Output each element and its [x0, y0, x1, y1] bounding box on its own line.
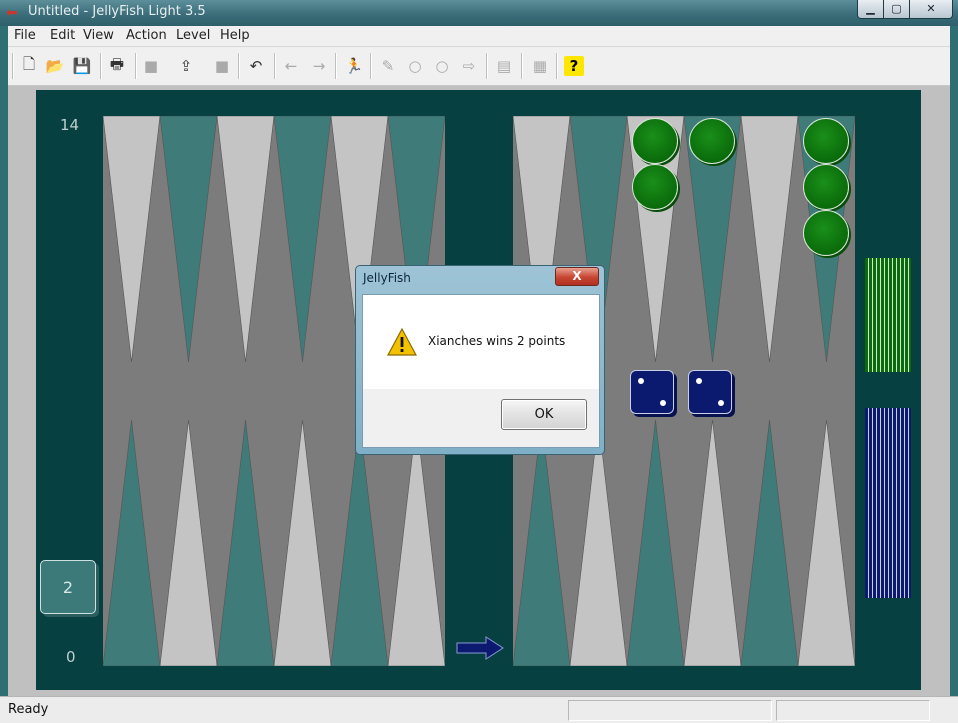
toolbar-grip: [12, 53, 14, 79]
menu-level[interactable]: Level: [176, 28, 210, 43]
point-3[interactable]: [683, 419, 742, 666]
print-icon[interactable]: 🖶: [107, 55, 127, 76]
checker-green[interactable]: [689, 118, 735, 164]
checker-green[interactable]: [803, 210, 849, 256]
die-2[interactable]: [688, 370, 732, 414]
die-pip: [660, 400, 666, 406]
toolbar-separator: [135, 53, 137, 79]
die-pip: [638, 378, 644, 384]
point-15[interactable]: [216, 116, 275, 363]
warning-icon: [387, 328, 417, 356]
runner-icon[interactable]: 🏃: [344, 56, 364, 76]
upload-icon[interactable]: ⇪: [176, 56, 196, 76]
turn-arrow-icon: [456, 636, 504, 660]
checker-green[interactable]: [632, 164, 678, 210]
point-12[interactable]: [103, 419, 161, 666]
ok-button[interactable]: OK: [501, 399, 587, 430]
window-title: Untitled - JellyFish Light 3.5: [28, 4, 206, 19]
app-icon: ⬅: [6, 5, 18, 21]
point-8[interactable]: [330, 419, 389, 666]
message-dialog: JellyFish X Xianches wins 2 points OK: [355, 265, 605, 455]
menu-edit[interactable]: Edit: [50, 28, 75, 43]
point-16[interactable]: [273, 116, 332, 363]
toolbar: 🗋 📂 💾 🖶 ■ ⇪ ■ ↶ ← → 🏃 ✎ ○ ○ ⇨ ▤ ▦ ?: [8, 47, 950, 86]
die-pip: [696, 378, 702, 384]
toolbar-separator: [335, 53, 337, 79]
menu-action[interactable]: Action: [126, 28, 167, 43]
point-11[interactable]: [159, 419, 218, 666]
point-7[interactable]: [387, 419, 445, 666]
open-icon[interactable]: 📂: [45, 56, 65, 76]
point-5[interactable]: [569, 419, 628, 666]
save-icon[interactable]: 💾: [72, 56, 92, 76]
menu-view[interactable]: View: [83, 28, 114, 43]
circle-icon-2[interactable]: ○: [432, 56, 452, 76]
pencil-icon[interactable]: ✎: [378, 56, 398, 76]
toolbar-separator: [100, 53, 102, 79]
toolbar-separator: [556, 53, 558, 79]
toolbar-separator: [521, 53, 523, 79]
dialog-footer: OK: [363, 389, 599, 447]
grid-icon[interactable]: ▦: [530, 56, 550, 76]
cube-value: 2: [62, 577, 74, 597]
back-arrow-icon[interactable]: ←: [281, 56, 301, 76]
point-23[interactable]: [740, 116, 799, 363]
dialog-close-button[interactable]: X: [555, 267, 599, 286]
pip-count-top: 14: [60, 116, 80, 134]
toolbar-separator: [486, 53, 488, 79]
maximize-button[interactable]: ▢: [883, 0, 910, 19]
point-6[interactable]: [513, 419, 571, 666]
forward-arrow-icon[interactable]: →: [309, 56, 329, 76]
close-window-button[interactable]: ✕: [909, 0, 953, 19]
menu-help[interactable]: Help: [220, 28, 250, 43]
toolbar-separator: [238, 53, 240, 79]
status-text: Ready: [8, 702, 49, 717]
stop-icon-2[interactable]: ■: [212, 56, 232, 76]
circle-icon[interactable]: ○: [405, 56, 425, 76]
bear-off-tray-green[interactable]: [865, 258, 911, 372]
status-bar: Ready: [0, 696, 958, 723]
right-arrow-icon[interactable]: ⇨: [459, 56, 479, 76]
status-pane: [568, 700, 772, 721]
die-pip: [718, 400, 724, 406]
toolbar-separator: [274, 53, 276, 79]
checker-green[interactable]: [632, 118, 678, 164]
dialog-title: JellyFish: [363, 271, 411, 285]
point-2[interactable]: [740, 419, 799, 666]
point-9[interactable]: [273, 419, 332, 666]
point-13[interactable]: [103, 116, 161, 363]
point-1[interactable]: [797, 419, 855, 666]
title-bar: ⬅ Untitled - JellyFish Light 3.5 ▁ ▢ ✕: [0, 0, 958, 26]
point-14[interactable]: [159, 116, 218, 363]
dialog-body: Xianches wins 2 points OK: [362, 294, 600, 448]
point-4[interactable]: [626, 419, 685, 666]
help-icon[interactable]: ?: [564, 56, 584, 76]
doubling-cube[interactable]: 2: [40, 560, 96, 614]
minimize-button[interactable]: ▁: [857, 0, 884, 19]
checker-green[interactable]: [803, 118, 849, 164]
dialog-message: Xianches wins 2 points: [428, 334, 566, 348]
pip-count-bottom: 0: [66, 648, 76, 666]
die-1[interactable]: [630, 370, 674, 414]
new-icon[interactable]: 🗋: [19, 55, 39, 76]
menu-bar: File Edit View Action Level Help: [8, 26, 950, 47]
stop-icon[interactable]: ■: [141, 56, 161, 76]
status-pane: [776, 700, 930, 721]
checker-green[interactable]: [803, 164, 849, 210]
menu-file[interactable]: File: [14, 28, 36, 43]
ruler-icon[interactable]: ▤: [494, 56, 514, 76]
undo-icon[interactable]: ↶: [246, 56, 266, 76]
point-10[interactable]: [216, 419, 275, 666]
bear-off-tray-blue[interactable]: [865, 408, 911, 598]
toolbar-separator: [370, 53, 372, 79]
